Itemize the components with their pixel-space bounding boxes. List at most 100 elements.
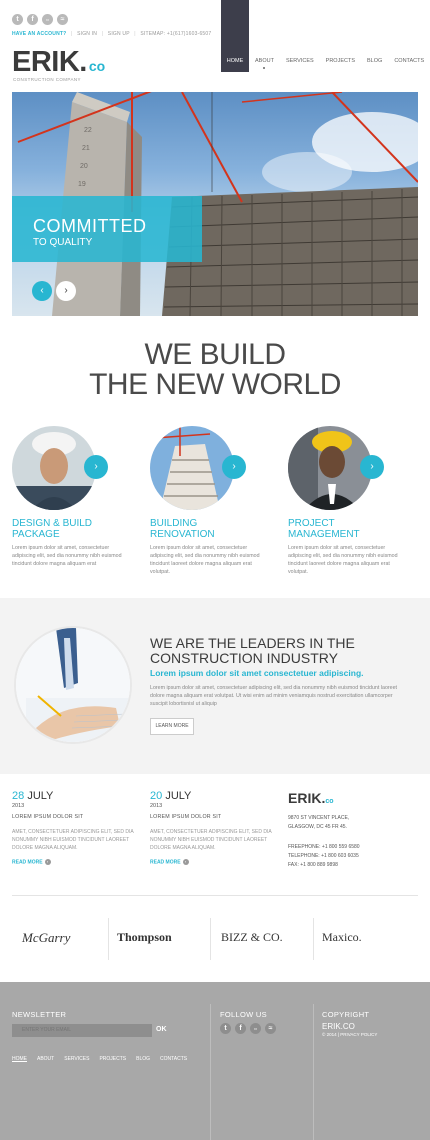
news-date: 28 JULY [12, 790, 142, 802]
feature-title[interactable]: PROJECT MANAGEMENT [288, 518, 398, 540]
contact-logo-co: co [325, 798, 334, 805]
newsletter-ok-button[interactable]: OK [156, 1026, 167, 1033]
flickr-icon[interactable]: •• [42, 14, 53, 25]
svg-text:22: 22 [84, 127, 92, 134]
telephone-line: TELEPHONE: +1 800 603 6035 [288, 853, 359, 859]
read-more-label: READ MORE [12, 859, 43, 866]
footer-social-links: t f •• ≈ [220, 1023, 276, 1034]
news-day: 20 [150, 790, 163, 802]
leaders-section: WE ARE THE LEADERS IN THE CONSTRUCTION I… [0, 598, 430, 774]
nav-contacts[interactable]: CONTACTS [388, 56, 430, 66]
address-line: 9870 ST VINCENT PLACE, [288, 815, 350, 821]
section-divider [12, 895, 418, 896]
learn-more-button[interactable]: LEARN MORE [150, 718, 194, 735]
sign-up-link[interactable]: SIGN UP [108, 31, 130, 37]
footer-link-home[interactable]: HOME [12, 1056, 27, 1062]
feature-title-line: DESIGN & BUILD [12, 518, 93, 529]
news-headline[interactable]: LOREM IPSUM DOLOR SIT [12, 814, 142, 820]
read-more-link[interactable]: READ MORE › [150, 859, 280, 865]
newsletter-email-input[interactable] [12, 1024, 152, 1037]
submenu-dot-icon [263, 67, 266, 69]
account-label: HAVE AN ACCOUNT? [12, 31, 67, 37]
contact-logo-text: ERIK. [288, 790, 326, 806]
nav-projects[interactable]: PROJECTS [320, 56, 361, 66]
nav-about[interactable]: ABOUT [249, 56, 280, 69]
hero-caption: COMMITTED TO QUALITY [12, 196, 202, 262]
copyright-title: COPYRIGHT [322, 1010, 370, 1019]
feature-title[interactable]: DESIGN & BUILD PACKAGE [12, 518, 122, 540]
partner-logo-bizz[interactable]: BIZZ & CO. [221, 930, 321, 945]
feature-arrow-button[interactable]: › [222, 455, 246, 479]
partner-logo-maxico[interactable]: Maxico. [322, 930, 422, 945]
sign-in-link[interactable]: SIGN IN [77, 31, 97, 37]
rss-icon[interactable]: ≈ [265, 1023, 276, 1034]
feature-text: Lorem ipsum dolor sit amet, consectetuer… [12, 545, 122, 567]
read-more-label: READ MORE [150, 859, 181, 866]
partner-divider [313, 918, 314, 960]
feature-title-line: PACKAGE [12, 529, 60, 540]
privacy-policy-link[interactable]: © 2014 | PRIVACY POLICY [322, 1032, 377, 1037]
leaders-title-line: WE ARE THE LEADERS IN THE [150, 635, 355, 651]
news-month: JULY [27, 790, 54, 802]
main-nav: HOME ABOUT SERVICES PROJECTS BLOG CONTAC… [221, 56, 430, 69]
flickr-icon[interactable]: •• [250, 1023, 261, 1034]
twitter-icon[interactable]: t [12, 14, 23, 25]
feature-arrow-button[interactable]: › [360, 455, 384, 479]
site-header: t f •• ≈ HAVE AN ACCOUNT? | SIGN IN | SI… [0, 0, 430, 90]
feature-text: Lorem ipsum dolor sit amet, consectetuer… [288, 545, 398, 575]
contact-logo: ERIK.co [288, 790, 418, 806]
headline-line-1: WE BUILD [144, 338, 286, 371]
logo-co: co [88, 58, 106, 74]
feature-text: Lorem ipsum dolor sit amet, consectetuer… [150, 545, 260, 575]
newsletter-title: NEWSLETTER [12, 1010, 67, 1019]
hero-slider: 22 21 20 19 COMMITTED TO QUALITY ‹ › [12, 92, 418, 316]
facebook-icon[interactable]: f [27, 14, 38, 25]
main-headline: WE BUILD THE NEW WORLD [0, 340, 430, 400]
footer-link-services[interactable]: SERVICES [64, 1056, 89, 1062]
feature-title[interactable]: BUILDING RENOVATION [150, 518, 260, 540]
follow-us-title: FOLLOW US [220, 1010, 267, 1019]
footer-divider [313, 1004, 314, 1140]
logo-text: ERIK. [12, 46, 87, 78]
sitemap-link[interactable]: SITEMAP: +1(617)1603-6507 [140, 31, 211, 37]
nav-blog[interactable]: BLOG [361, 56, 388, 66]
news-month: JULY [165, 790, 192, 802]
footer-link-about[interactable]: ABOUT [37, 1056, 54, 1062]
news-year: 2013 [150, 803, 163, 809]
feature-title-line: PROJECT [288, 518, 335, 529]
leaders-title: WE ARE THE LEADERS IN THE CONSTRUCTION I… [150, 636, 420, 666]
headline-line-2: THE NEW WORLD [89, 368, 341, 401]
footer-link-contacts[interactable]: CONTACTS [160, 1056, 187, 1062]
fax-line: FAX: +1 800 889 9898 [288, 862, 338, 868]
news-item: 28 JULY 2013 LOREM IPSUM DOLOR SIT AMET,… [12, 790, 142, 865]
footer-link-blog[interactable]: BLOG [136, 1056, 150, 1062]
partner-divider [210, 918, 211, 960]
slider-next-button[interactable]: › [56, 281, 76, 301]
feature-title-line: BUILDING [150, 518, 198, 529]
nav-services[interactable]: SERVICES [280, 56, 320, 66]
partner-logo-mcgarry[interactable]: McGarry [22, 930, 122, 946]
freephone-line: FREEPHONE: +1 800 559 6580 [288, 844, 360, 850]
slider-prev-button[interactable]: ‹ [32, 281, 52, 301]
nav-home[interactable]: HOME [221, 56, 249, 66]
facebook-icon[interactable]: f [235, 1023, 246, 1034]
footer-link-projects[interactable]: PROJECTS [99, 1056, 126, 1062]
contact-block: ERIK.co 9870 ST VINCENT PLACE, GLASGOW, … [288, 790, 418, 870]
news-date: 20 JULY [150, 790, 280, 802]
partner-logo-thompson[interactable]: Thompson [117, 930, 217, 945]
news-day: 28 [12, 790, 25, 802]
logo-tagline: CONSTRUCTION COMPANY [13, 77, 81, 82]
arrow-right-icon: › [44, 859, 51, 865]
top-links: HAVE AN ACCOUNT? | SIGN IN | SIGN UP | S… [12, 31, 212, 37]
leaders-text: Lorem ipsum dolor sit amet, consectetuer… [150, 685, 398, 707]
hero-subtitle: TO QUALITY [33, 237, 93, 248]
twitter-icon[interactable]: t [220, 1023, 231, 1034]
rss-icon[interactable]: ≈ [57, 14, 68, 25]
feature-title-line: MANAGEMENT [288, 529, 360, 540]
news-headline[interactable]: LOREM IPSUM DOLOR SIT [150, 814, 280, 820]
read-more-link[interactable]: READ MORE › [12, 859, 142, 865]
blueprint-image [16, 628, 130, 742]
nav-about-label: ABOUT [255, 58, 274, 64]
feature-arrow-button[interactable]: › [84, 455, 108, 479]
leaders-subtitle: Lorem ipsum dolor sit amet consectetuer … [150, 668, 364, 678]
